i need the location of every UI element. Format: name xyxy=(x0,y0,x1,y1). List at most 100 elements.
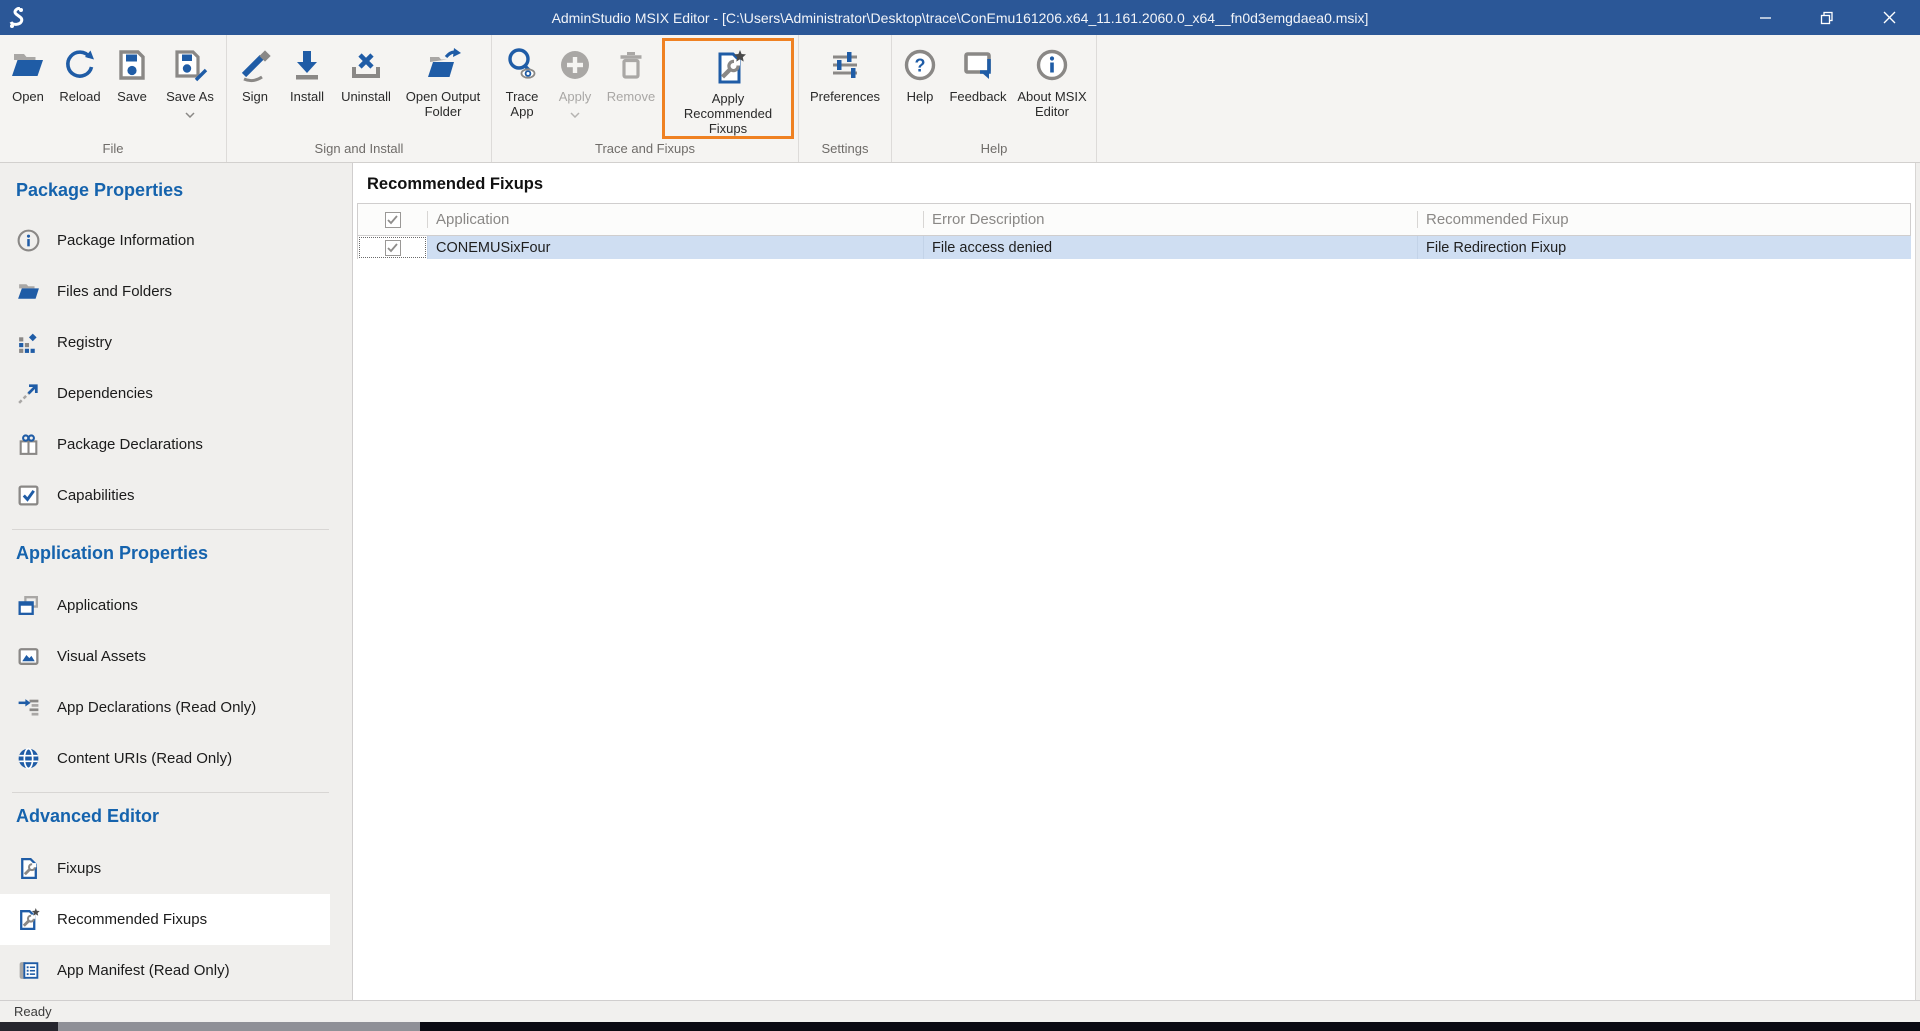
minimize-button[interactable] xyxy=(1734,0,1796,35)
ribbon-group-trace-fixups: Trace App Apply xyxy=(492,35,799,162)
floppy-disk-icon xyxy=(113,43,151,87)
uninstall-x-icon xyxy=(347,43,385,87)
sidebar-item-fixups[interactable]: Fixups xyxy=(0,843,330,894)
chevron-down-icon xyxy=(570,105,580,113)
row-checkbox-cell[interactable] xyxy=(358,236,427,259)
preferences-button[interactable]: Preferences xyxy=(802,35,888,140)
button-label: Uninstall xyxy=(341,89,391,104)
open-output-folder-button[interactable]: Open Output Folder xyxy=(398,35,488,140)
sidebar-item-applications[interactable]: Applications xyxy=(0,580,330,631)
sign-button[interactable]: Sign xyxy=(230,35,280,140)
sidebar-item-files-and-folders[interactable]: Files and Folders xyxy=(0,266,330,317)
remove-button[interactable]: Remove xyxy=(601,35,661,140)
sidebar-item-label: Content URIs (Read Only) xyxy=(57,750,232,767)
sidebar-item-registry[interactable]: Registry xyxy=(0,317,330,368)
status-text: Ready xyxy=(14,1004,52,1019)
sidebar-item-app-manifest[interactable]: App Manifest (Read Only) xyxy=(0,945,330,996)
manifest-doc-icon xyxy=(15,957,42,984)
bottom-strip-segment xyxy=(0,1022,58,1031)
feedback-button[interactable]: Feedback xyxy=(945,35,1011,140)
ribbon-group-settings: Preferences Settings xyxy=(799,35,892,162)
install-button[interactable]: Install xyxy=(280,35,334,140)
sidebar-item-label: Files and Folders xyxy=(57,283,172,300)
folder-icon xyxy=(15,278,42,305)
button-label: Sign xyxy=(242,89,268,104)
ribbon-group-sign-install: Sign Install xyxy=(227,35,492,162)
checkbox-check-icon xyxy=(15,482,42,509)
button-label: Save As xyxy=(166,89,214,104)
fixups-doc-wrench-icon xyxy=(15,855,42,882)
chevron-down-icon xyxy=(185,105,195,113)
ribbon-group-file: Open Reload xyxy=(0,35,227,162)
ribbon-group-label: File xyxy=(3,140,223,162)
sidebar-item-app-declarations[interactable]: App Declarations (Read Only) xyxy=(0,682,330,733)
app-logo-icon xyxy=(0,0,34,35)
sidebar-item-package-information[interactable]: Package Information xyxy=(0,215,330,266)
gift-box-icon xyxy=(15,431,42,458)
svg-text:?: ? xyxy=(915,56,926,76)
button-label: Remove xyxy=(607,89,655,104)
info-circle-icon xyxy=(15,227,42,254)
sidebar-heading-application-properties: Application Properties xyxy=(0,538,352,568)
bottom-strip-segment xyxy=(420,1022,1920,1031)
sidebar-item-dependencies[interactable]: Dependencies xyxy=(0,368,330,419)
apply-button[interactable]: Apply xyxy=(549,35,601,140)
trace-app-magnifier-icon xyxy=(503,43,541,87)
button-label: Open xyxy=(12,89,44,104)
help-question-icon: ? xyxy=(901,43,939,87)
table-row[interactable]: CONEMUSixFour File access denied File Re… xyxy=(357,236,1911,259)
preferences-sliders-icon xyxy=(826,43,864,87)
status-bar: Ready xyxy=(0,1000,1920,1022)
page-title: Recommended Fixups xyxy=(353,163,1915,203)
bottom-strip-segment xyxy=(58,1022,420,1031)
button-label: Feedback xyxy=(949,89,1006,104)
select-all-checkbox-cell[interactable] xyxy=(358,212,427,228)
button-label: Help xyxy=(907,89,934,104)
button-label: Preferences xyxy=(810,89,880,104)
trace-app-button[interactable]: Trace App xyxy=(495,35,549,140)
about-msix-editor-button[interactable]: About MSIX Editor xyxy=(1011,35,1093,140)
sidebar-item-label: Fixups xyxy=(57,860,101,877)
cell-recommended-fixup: File Redirection Fixup xyxy=(1417,236,1910,259)
feedback-bubble-icon xyxy=(959,43,997,87)
uninstall-button[interactable]: Uninstall xyxy=(334,35,398,140)
save-button[interactable]: Save xyxy=(107,35,157,140)
arrow-to-list-icon xyxy=(15,694,42,721)
sidebar-navigation: Package Properties Package Information xyxy=(0,163,353,1000)
row-checkbox[interactable] xyxy=(385,240,401,256)
sidebar-heading-advanced-editor: Advanced Editor xyxy=(0,801,352,831)
remove-trash-icon xyxy=(612,43,650,87)
select-all-checkbox[interactable] xyxy=(385,212,401,228)
sidebar-item-capabilities[interactable]: Capabilities xyxy=(0,470,330,521)
apply-recommended-fixups-button[interactable]: Apply Recommended Fixups xyxy=(662,38,794,139)
sidebar-item-recommended-fixups[interactable]: Recommended Fixups xyxy=(0,894,330,945)
button-label: Apply xyxy=(559,89,592,104)
globe-icon xyxy=(15,745,42,772)
reload-button[interactable]: Reload xyxy=(53,35,107,140)
image-icon xyxy=(15,643,42,670)
open-button[interactable]: Open xyxy=(3,35,53,140)
column-header-application[interactable]: Application xyxy=(427,211,923,228)
ribbon-group-label: Sign and Install xyxy=(230,140,488,162)
button-label: Apply Recommended Fixups xyxy=(669,91,787,136)
sidebar-item-label: App Manifest (Read Only) xyxy=(57,962,230,979)
sidebar-item-content-uris[interactable]: Content URIs (Read Only) xyxy=(0,733,330,784)
window-title: AdminStudio MSIX Editor - [C:\Users\Admi… xyxy=(0,10,1920,26)
button-label: Reload xyxy=(59,89,100,104)
sidebar-item-package-declarations[interactable]: Package Declarations xyxy=(0,419,330,470)
column-header-recommended-fixup[interactable]: Recommended Fixup xyxy=(1417,211,1910,228)
button-label: Open Output Folder xyxy=(402,89,484,119)
sidebar-item-visual-assets[interactable]: Visual Assets xyxy=(0,631,330,682)
ribbon-toolbar: Open Reload xyxy=(0,35,1920,163)
sidebar-item-label: Visual Assets xyxy=(57,648,146,665)
restore-button[interactable] xyxy=(1796,0,1858,35)
sidebar-item-label: Package Declarations xyxy=(57,436,203,453)
sidebar-item-label: Applications xyxy=(57,597,138,614)
ribbon-group-label: Help xyxy=(895,140,1093,162)
open-output-folder-icon xyxy=(424,43,462,87)
save-as-button[interactable]: Save As xyxy=(157,35,223,140)
open-folder-icon xyxy=(9,43,47,87)
help-button[interactable]: ? Help xyxy=(895,35,945,140)
close-button[interactable] xyxy=(1858,0,1920,35)
column-header-error-description[interactable]: Error Description xyxy=(923,211,1417,228)
